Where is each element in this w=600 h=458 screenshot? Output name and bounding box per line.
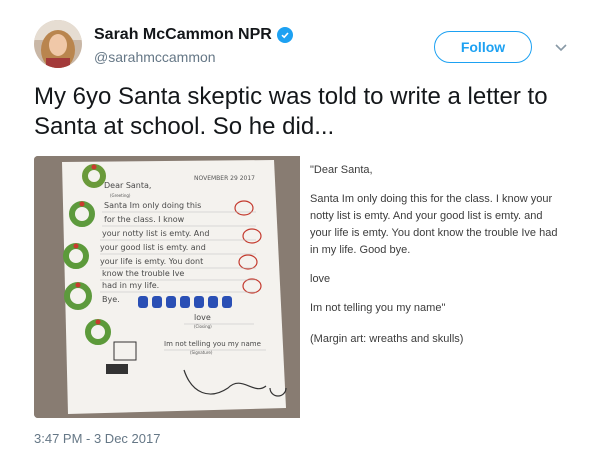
avatar[interactable]: [34, 20, 82, 68]
letter-photo[interactable]: Dear Santa, Santa Im only doing this for…: [34, 156, 300, 418]
verified-badge-icon: [276, 27, 293, 43]
letter-closing-label: (Closing): [194, 324, 212, 329]
transcript-signature: Im not telling you my name": [310, 302, 446, 314]
letter-handwriting: Dear Santa,: [104, 181, 151, 190]
letter-handwriting: know the trouble Ive: [102, 269, 184, 278]
tweet-timestamp[interactable]: 3:47 PM - 3 Dec 2017: [34, 431, 160, 446]
transcript-greeting: "Dear Santa,: [310, 164, 373, 176]
letter-handwriting: Im not telling you my name: [164, 340, 261, 348]
letter-handwriting: for the class. I know: [104, 215, 185, 224]
letter-handwriting: your life is emty. You dont: [100, 257, 203, 266]
author-handle[interactable]: @sarahmccammon: [94, 49, 216, 65]
author-name-row[interactable]: Sarah McCammon NPR: [94, 26, 293, 44]
letter-handwriting: your good list is emty. and: [100, 243, 206, 252]
follow-button[interactable]: Follow: [434, 31, 532, 63]
letter-transcript: "Dear Santa, Santa Im only doing this fo…: [302, 156, 566, 418]
letter-signature-label: (Signature): [190, 350, 213, 355]
transcript-closing: love: [310, 273, 331, 285]
letter-handwriting: your notty list is emty. And: [102, 229, 209, 238]
letter-date: NOVEMBER 29 2017: [194, 175, 255, 182]
letter-handwriting: Santa Im only doing this: [104, 201, 201, 210]
chevron-down-icon[interactable]: [552, 38, 570, 56]
author-display-name[interactable]: Sarah McCammon NPR: [94, 26, 272, 44]
letter-greeting-label: (Greeting): [110, 193, 131, 198]
letter-handwriting: had in my life.: [102, 281, 159, 290]
transcript-body: Santa Im only doing this for the class. …: [310, 193, 558, 256]
letter-handwriting: Bye.: [102, 295, 120, 304]
tweet-text: My 6yo Santa skeptic was told to write a…: [34, 83, 548, 140]
transcript-note: (Margin art: wreaths and skulls): [310, 333, 464, 345]
letter-handwriting: love: [194, 313, 211, 322]
